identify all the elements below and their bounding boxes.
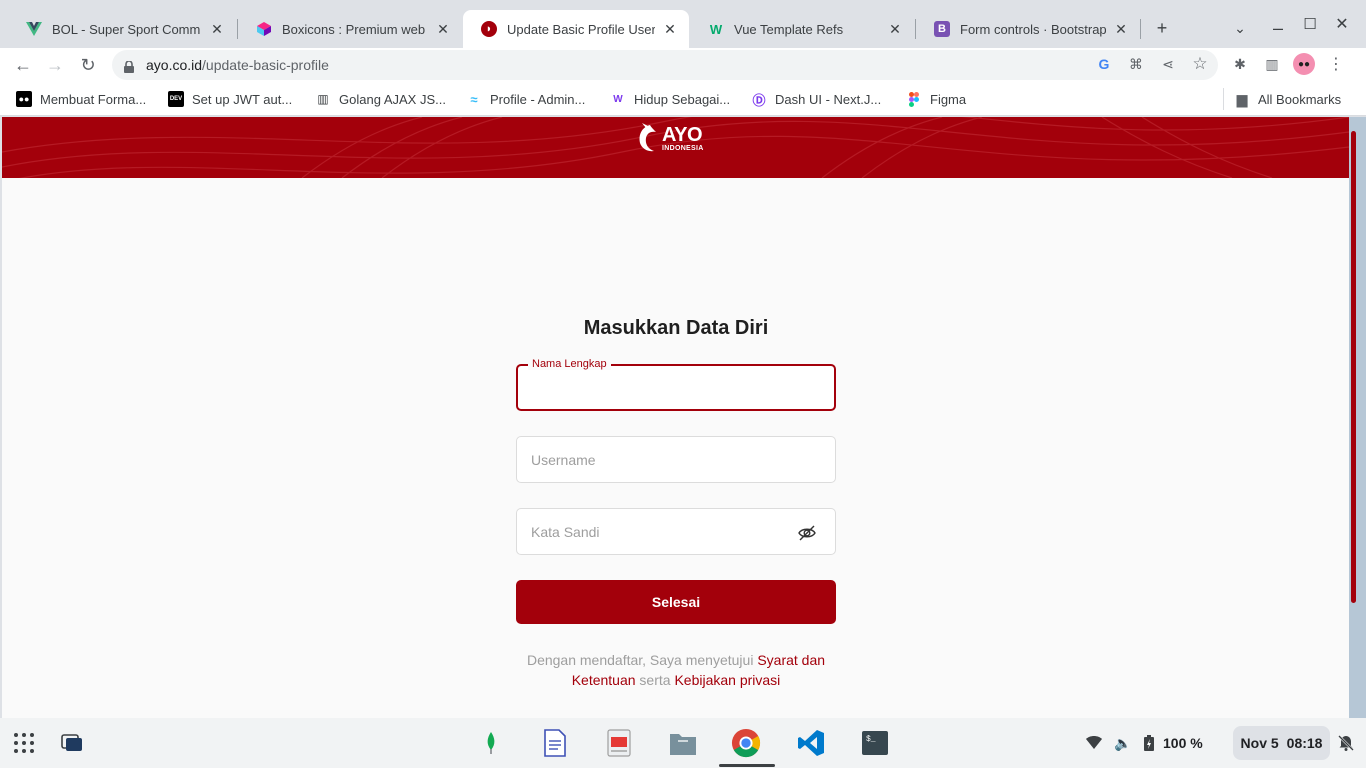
- docs-icon[interactable]: [540, 728, 570, 758]
- url-domain: ayo.co.id: [146, 57, 203, 73]
- new-tab-button[interactable]: +: [1150, 16, 1174, 40]
- overview-icon[interactable]: [57, 728, 87, 758]
- chrome-icon[interactable]: [731, 728, 761, 758]
- bookmark-item[interactable]: Figma: [906, 90, 966, 108]
- launcher-icon[interactable]: [9, 728, 39, 758]
- tab-search-icon[interactable]: ⌄: [1228, 16, 1252, 40]
- tab-title: Update Basic Profile User: [507, 21, 655, 37]
- ayo-icon: ◗: [481, 21, 497, 37]
- full-name-field[interactable]: Nama Lengkap: [516, 358, 836, 411]
- date-text: Nov 5: [1240, 735, 1279, 751]
- translate-icon[interactable]: ⌘: [1126, 54, 1146, 74]
- eye-off-icon[interactable]: [797, 523, 817, 543]
- active-app-indicator: [719, 764, 775, 767]
- logo-text: AYO: [662, 123, 703, 146]
- close-icon[interactable]: ✕: [661, 20, 679, 38]
- bookmark-item[interactable]: DEV Set up JWT aut...: [168, 90, 292, 108]
- close-icon[interactable]: ✕: [434, 20, 452, 38]
- scrollbar-thumb[interactable]: [1351, 131, 1356, 603]
- tab-bol[interactable]: BOL - Super Sport Comm ✕: [8, 10, 236, 48]
- volume-icon[interactable]: 🔈: [1114, 727, 1131, 759]
- book-icon: ▥: [317, 92, 329, 106]
- time-text: 08:18: [1286, 735, 1323, 751]
- files-icon[interactable]: [668, 728, 698, 758]
- bookmark-star-icon[interactable]: ☆: [1190, 54, 1210, 74]
- tailwind-icon: ≈: [470, 91, 478, 107]
- password-input[interactable]: [531, 509, 801, 554]
- vue-icon: [26, 21, 42, 37]
- submit-button[interactable]: Selesai: [516, 580, 836, 624]
- username-input[interactable]: [531, 437, 801, 482]
- ayo-bird-icon: [639, 123, 656, 152]
- url-path: /update-basic-profile: [202, 57, 329, 73]
- terms-text: Dengan mendaftar, Saya menyetujui Syarat…: [526, 652, 826, 688]
- figma-icon: [906, 91, 922, 107]
- password-field[interactable]: [516, 508, 836, 555]
- tab-bootstrap[interactable]: B Form controls · Bootstrap ✕: [916, 10, 1140, 48]
- bookmark-item[interactable]: ≈ Profile - Admin...: [466, 90, 585, 108]
- bookmark-item[interactable]: ▥ Golang AJAX JS...: [315, 90, 446, 108]
- w-icon: W: [613, 93, 623, 105]
- notifications-off-icon[interactable]: [1338, 727, 1354, 759]
- os-shelf: $_ 🔈 100 % Nov 5 08:18: [0, 718, 1366, 768]
- tab-strip: BOL - Super Sport Comm ✕ Boxicons : Prem…: [0, 0, 1366, 48]
- address-bar[interactable]: ayo.co.id/update-basic-profile: [112, 50, 1218, 80]
- tab-update-profile[interactable]: ◗ Update Basic Profile User ✕: [463, 10, 689, 48]
- date-time[interactable]: Nov 5 08:18: [1233, 726, 1330, 760]
- tab-title: BOL - Super Sport Comm: [52, 21, 201, 37]
- logo-subtext: INDONESIA: [662, 144, 704, 152]
- window-close-icon[interactable]: ✕: [1330, 12, 1354, 36]
- close-icon[interactable]: ✕: [886, 20, 904, 38]
- terminal-icon[interactable]: $_: [860, 728, 890, 758]
- lock-icon: [124, 59, 134, 73]
- back-icon[interactable]: ←: [10, 52, 36, 78]
- boxicons-icon: [256, 21, 272, 37]
- folder-icon: ▆: [1236, 90, 1248, 107]
- tab-vue-refs[interactable]: W Vue Template Refs ✕: [690, 10, 914, 48]
- share-icon[interactable]: ⋖: [1158, 54, 1178, 74]
- tab-title: Boxicons : Premium web f: [282, 21, 428, 37]
- privacy-link[interactable]: Kebijakan privasi: [674, 672, 780, 688]
- full-name-input[interactable]: [532, 366, 802, 411]
- tab-title: Form controls · Bootstrap: [960, 21, 1106, 37]
- header-banner: AYO INDONESIA: [2, 117, 1349, 178]
- vertical-scrollbar[interactable]: [1349, 117, 1366, 718]
- svg-text:$_: $_: [866, 735, 876, 744]
- ayo-logo[interactable]: AYO INDONESIA: [636, 123, 704, 153]
- battery-level: 100 %: [1163, 735, 1203, 751]
- form-title: Masukkan Data Diri: [583, 317, 769, 339]
- mongodb-icon[interactable]: [476, 728, 506, 758]
- close-icon[interactable]: ✕: [1112, 20, 1130, 38]
- dashui-icon: Ⓓ: [752, 92, 766, 108]
- w3-icon: W: [709, 21, 723, 37]
- bookmark-item[interactable]: W Hidup Sebagai...: [610, 90, 730, 108]
- page-content: AYO INDONESIA Masukkan Data Diri Nama Le…: [2, 117, 1349, 718]
- bookmark-item[interactable]: ●● Membuat Forma...: [16, 90, 146, 108]
- bookmark-item[interactable]: Ⓓ Dash UI - Next.J...: [751, 90, 881, 108]
- battery-icon[interactable]: [1144, 727, 1154, 759]
- vscode-icon[interactable]: [796, 728, 826, 758]
- profile-form: Masukkan Data Diri Nama Lengkap Selesai …: [516, 317, 836, 690]
- wifi-icon[interactable]: [1086, 727, 1102, 759]
- presentation-icon[interactable]: [604, 728, 634, 758]
- extensions-icon[interactable]: ✱: [1230, 54, 1250, 74]
- maximize-icon[interactable]: ☐: [1298, 12, 1322, 36]
- all-bookmarks-button[interactable]: ▆ All Bookmarks: [1234, 90, 1341, 108]
- browser-toolbar: ← → ↻ ayo.co.id/update-basic-profile G ⌘…: [0, 48, 1366, 82]
- bookmarks-bar: ●● Membuat Forma... DEV Set up JWT aut... …: [0, 82, 1366, 116]
- dev-icon: DEV: [168, 91, 184, 107]
- tab-boxicons[interactable]: Boxicons : Premium web f ✕: [238, 10, 462, 48]
- bootstrap-icon: B: [934, 21, 950, 37]
- tab-title: Vue Template Refs: [734, 21, 844, 37]
- medium-icon: ●●: [16, 91, 32, 107]
- profile-avatar[interactable]: ●●: [1293, 53, 1315, 75]
- close-icon[interactable]: ✕: [208, 20, 226, 38]
- forward-icon[interactable]: →: [42, 52, 68, 78]
- minimize-icon[interactable]: –: [1266, 16, 1290, 40]
- username-field[interactable]: [516, 436, 836, 483]
- menu-icon[interactable]: ⋮: [1326, 54, 1346, 74]
- reload-icon[interactable]: ↻: [75, 52, 101, 78]
- google-icon[interactable]: G: [1094, 54, 1114, 74]
- side-panel-icon[interactable]: ▥: [1262, 54, 1282, 74]
